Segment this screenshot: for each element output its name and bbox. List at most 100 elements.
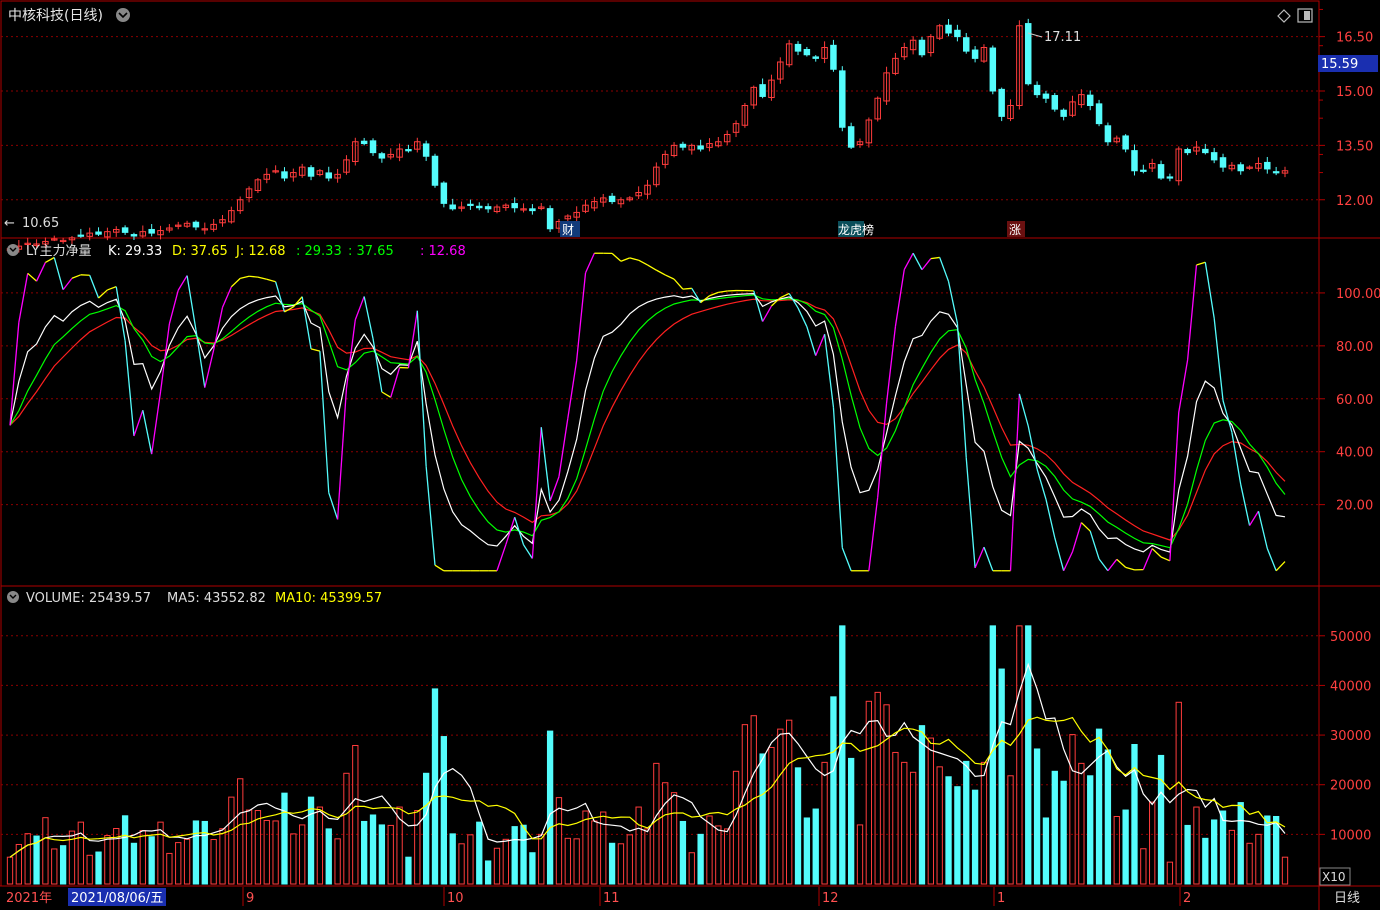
volume-bar (777, 728, 784, 885)
price-tick-label: 16.50 (1336, 31, 1373, 46)
volume-bar (272, 820, 279, 885)
volume-bar (440, 736, 448, 885)
kdj-j-segment (939, 257, 950, 282)
kdj-j-segment (956, 323, 967, 458)
volume-bar (1140, 848, 1147, 885)
kdj-settings-icon[interactable] (7, 244, 19, 256)
kdj-j-segment (9, 322, 20, 426)
kdj-j-segment (177, 275, 188, 291)
kdj-j-segment (1125, 566, 1135, 571)
volume-bar (653, 762, 660, 885)
kdj-j-segment (195, 329, 206, 388)
volume-bar (467, 834, 474, 885)
kdj-j-segment (1213, 317, 1224, 401)
volume-bar (316, 806, 324, 885)
kdj-j-segment (257, 276, 267, 280)
volume-bar (228, 796, 235, 885)
volume-bar (24, 833, 31, 885)
kdj-j-segment (974, 546, 985, 569)
kdj-j-segment (762, 305, 773, 322)
kdj-j-segment (27, 272, 37, 282)
kdj-j-segment (425, 466, 436, 566)
volume-bar (484, 860, 492, 885)
candle-body (95, 231, 102, 235)
volume-bar (1095, 728, 1103, 885)
candle-body (1219, 157, 1227, 168)
kdj-j-segment (1204, 262, 1215, 319)
kdj-j-segment (328, 492, 339, 520)
kdj-j-segment (673, 278, 684, 290)
volume-bar (1113, 815, 1120, 885)
kdj-j-segment (806, 326, 817, 356)
volume-tick-label: 40000 (1330, 679, 1371, 694)
volume-bar (493, 847, 501, 885)
kdj-j-segment (522, 544, 533, 559)
volume-bar (1255, 833, 1262, 885)
candle-body (121, 227, 129, 233)
event-tag-dragon-tiger[interactable]: 龙虎榜 (838, 221, 874, 237)
volume-bar (821, 761, 828, 885)
volume-bar (405, 856, 412, 885)
kdj-j-segment (877, 402, 888, 498)
candle-body (1264, 161, 1271, 170)
volume-bar (529, 852, 536, 885)
candle-body (1237, 164, 1244, 172)
kdj-j-segment (682, 287, 692, 290)
kdj-j-segment (1071, 522, 1082, 552)
volume-name: VOLUME: 25439.57 (26, 591, 151, 606)
kdj-j-segment (1116, 558, 1127, 568)
kdj-extra-3: : 12.68 (420, 244, 466, 259)
volume-bar (166, 852, 173, 885)
kdj-extra-2: : 37.65 (348, 244, 394, 259)
volume-tick-label: 50000 (1330, 630, 1371, 645)
candle-body (467, 203, 474, 206)
volume-bar (883, 704, 890, 885)
kdj-j-segment (921, 258, 932, 271)
high-marker: 17.11 (1044, 30, 1081, 45)
volume-bar (77, 821, 84, 885)
kdj-j-segment (841, 547, 852, 572)
kdj-j-segment (576, 272, 587, 361)
volume-bar (1149, 801, 1156, 885)
candle-body (963, 37, 970, 52)
volume-bar (591, 820, 598, 885)
volume-bar (148, 836, 155, 885)
candle-body (281, 171, 288, 179)
volume-bar (520, 824, 527, 885)
period-label[interactable]: 日线 (1334, 891, 1360, 906)
kdj-j-segment (629, 257, 639, 261)
kdj-j-segment (823, 334, 835, 408)
candle-body (360, 140, 368, 145)
kdj-j-segment (1045, 498, 1056, 538)
candle-body (1184, 149, 1191, 154)
month-label: 11 (603, 891, 620, 906)
candle-body (1051, 95, 1059, 110)
candle-body (77, 234, 85, 237)
kdj-j-segment (1257, 511, 1268, 549)
current-price: 15.59 (1321, 57, 1358, 72)
candle-body (529, 208, 536, 212)
diamond-icon[interactable] (1277, 9, 1291, 23)
volume-bar (1051, 770, 1058, 885)
volume-settings-icon[interactable] (7, 591, 19, 603)
kdj-j-segment (965, 457, 976, 568)
kdj-j-segment (531, 427, 542, 559)
event-tag-earnings[interactable]: 财 (560, 221, 580, 237)
volume-bar (263, 819, 270, 885)
volume-bar (1272, 815, 1280, 885)
kdj-j-segment (558, 418, 569, 477)
kdj-j-segment (1160, 556, 1171, 562)
kdj-j-segment (1151, 548, 1162, 558)
kdj-j-segment (159, 323, 171, 393)
volume-bar (945, 776, 952, 885)
candle-body (794, 43, 802, 52)
volume-bar (670, 792, 678, 885)
stock-title[interactable]: 中核科技(日线) (8, 8, 103, 24)
volume-bar (635, 806, 642, 885)
window-icon[interactable] (1297, 8, 1313, 23)
title-dropdown-icon[interactable] (116, 8, 130, 22)
kdj-j-segment (656, 269, 666, 276)
kdj-j-segment (186, 275, 197, 330)
volume-bar (600, 811, 607, 885)
event-tag-limit-up[interactable]: 涨 (1007, 221, 1025, 237)
